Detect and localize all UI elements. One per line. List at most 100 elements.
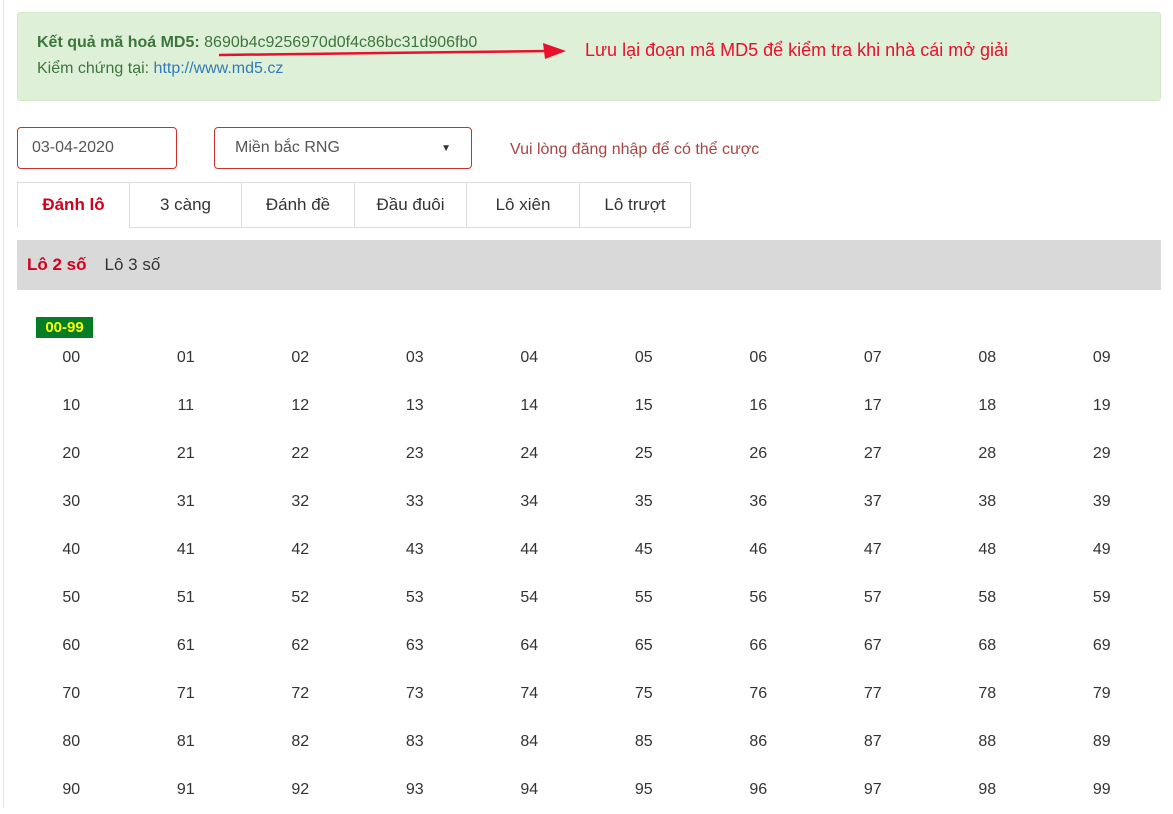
number-cell[interactable]: 42	[243, 526, 358, 574]
number-cell[interactable]: 95	[587, 766, 702, 814]
number-cell[interactable]: 78	[930, 670, 1045, 718]
number-cell[interactable]: 89	[1045, 718, 1160, 766]
number-cell[interactable]: 59	[1045, 574, 1160, 622]
number-cell[interactable]: 49	[1045, 526, 1160, 574]
number-cell[interactable]: 99	[1045, 766, 1160, 814]
number-cell[interactable]: 10	[14, 382, 129, 430]
number-cell[interactable]: 79	[1045, 670, 1160, 718]
number-cell[interactable]: 40	[14, 526, 129, 574]
number-cell[interactable]: 31	[129, 478, 244, 526]
number-cell[interactable]: 77	[816, 670, 931, 718]
number-cell[interactable]: 29	[1045, 430, 1160, 478]
number-cell[interactable]: 51	[129, 574, 244, 622]
number-cell[interactable]: 90	[14, 766, 129, 814]
subtab-lo-2-so[interactable]: Lô 2 số	[27, 255, 87, 275]
number-cell[interactable]: 17	[816, 382, 931, 430]
number-cell[interactable]: 88	[930, 718, 1045, 766]
number-cell[interactable]: 26	[701, 430, 816, 478]
number-cell[interactable]: 18	[930, 382, 1045, 430]
number-cell[interactable]: 73	[358, 670, 473, 718]
number-cell[interactable]: 00	[14, 334, 129, 382]
number-cell[interactable]: 92	[243, 766, 358, 814]
tab-lo-truot[interactable]: Lô trượt	[579, 182, 691, 228]
number-cell[interactable]: 13	[358, 382, 473, 430]
number-cell[interactable]: 62	[243, 622, 358, 670]
date-input[interactable]	[17, 127, 177, 169]
region-select[interactable]: Miền bắc RNG ▼	[214, 127, 472, 169]
number-cell[interactable]: 72	[243, 670, 358, 718]
number-cell[interactable]: 46	[701, 526, 816, 574]
number-cell[interactable]: 60	[14, 622, 129, 670]
number-cell[interactable]: 39	[1045, 478, 1160, 526]
number-cell[interactable]: 37	[816, 478, 931, 526]
number-cell[interactable]: 54	[472, 574, 587, 622]
number-cell[interactable]: 48	[930, 526, 1045, 574]
number-cell[interactable]: 65	[587, 622, 702, 670]
number-cell[interactable]: 81	[129, 718, 244, 766]
number-cell[interactable]: 56	[701, 574, 816, 622]
number-cell[interactable]: 36	[701, 478, 816, 526]
number-cell[interactable]: 68	[930, 622, 1045, 670]
number-cell[interactable]: 14	[472, 382, 587, 430]
number-cell[interactable]: 45	[587, 526, 702, 574]
number-cell[interactable]: 43	[358, 526, 473, 574]
number-cell[interactable]: 19	[1045, 382, 1160, 430]
number-cell[interactable]: 06	[701, 334, 816, 382]
number-cell[interactable]: 27	[816, 430, 931, 478]
number-cell[interactable]: 86	[701, 718, 816, 766]
number-cell[interactable]: 76	[701, 670, 816, 718]
number-cell[interactable]: 09	[1045, 334, 1160, 382]
number-cell[interactable]: 80	[14, 718, 129, 766]
number-cell[interactable]: 47	[816, 526, 931, 574]
number-cell[interactable]: 12	[243, 382, 358, 430]
number-cell[interactable]: 16	[701, 382, 816, 430]
number-cell[interactable]: 24	[472, 430, 587, 478]
number-cell[interactable]: 34	[472, 478, 587, 526]
number-cell[interactable]: 71	[129, 670, 244, 718]
number-cell[interactable]: 04	[472, 334, 587, 382]
number-cell[interactable]: 52	[243, 574, 358, 622]
number-cell[interactable]: 98	[930, 766, 1045, 814]
number-cell[interactable]: 87	[816, 718, 931, 766]
tab-dau-duoi[interactable]: Đầu đuôi	[354, 182, 467, 228]
number-cell[interactable]: 15	[587, 382, 702, 430]
number-cell[interactable]: 35	[587, 478, 702, 526]
number-cell[interactable]: 28	[930, 430, 1045, 478]
number-cell[interactable]: 03	[358, 334, 473, 382]
number-cell[interactable]: 21	[129, 430, 244, 478]
number-cell[interactable]: 33	[358, 478, 473, 526]
number-cell[interactable]: 11	[129, 382, 244, 430]
number-cell[interactable]: 07	[816, 334, 931, 382]
number-cell[interactable]: 22	[243, 430, 358, 478]
number-cell[interactable]: 97	[816, 766, 931, 814]
number-cell[interactable]: 96	[701, 766, 816, 814]
number-cell[interactable]: 02	[243, 334, 358, 382]
tab-3-cang[interactable]: 3 càng	[129, 182, 242, 228]
number-cell[interactable]: 23	[358, 430, 473, 478]
number-cell[interactable]: 64	[472, 622, 587, 670]
number-cell[interactable]: 75	[587, 670, 702, 718]
number-cell[interactable]: 66	[701, 622, 816, 670]
number-cell[interactable]: 41	[129, 526, 244, 574]
number-cell[interactable]: 30	[14, 478, 129, 526]
number-cell[interactable]: 58	[930, 574, 1045, 622]
number-cell[interactable]: 50	[14, 574, 129, 622]
number-cell[interactable]: 94	[472, 766, 587, 814]
tab-danh-de[interactable]: Đánh đề	[241, 182, 355, 228]
number-cell[interactable]: 67	[816, 622, 931, 670]
number-cell[interactable]: 61	[129, 622, 244, 670]
number-cell[interactable]: 32	[243, 478, 358, 526]
number-cell[interactable]: 69	[1045, 622, 1160, 670]
number-cell[interactable]: 44	[472, 526, 587, 574]
number-cell[interactable]: 85	[587, 718, 702, 766]
number-cell[interactable]: 25	[587, 430, 702, 478]
number-cell[interactable]: 08	[930, 334, 1045, 382]
number-cell[interactable]: 83	[358, 718, 473, 766]
number-cell[interactable]: 70	[14, 670, 129, 718]
number-cell[interactable]: 38	[930, 478, 1045, 526]
number-cell[interactable]: 84	[472, 718, 587, 766]
number-cell[interactable]: 55	[587, 574, 702, 622]
number-cell[interactable]: 63	[358, 622, 473, 670]
number-cell[interactable]: 82	[243, 718, 358, 766]
number-cell[interactable]: 91	[129, 766, 244, 814]
